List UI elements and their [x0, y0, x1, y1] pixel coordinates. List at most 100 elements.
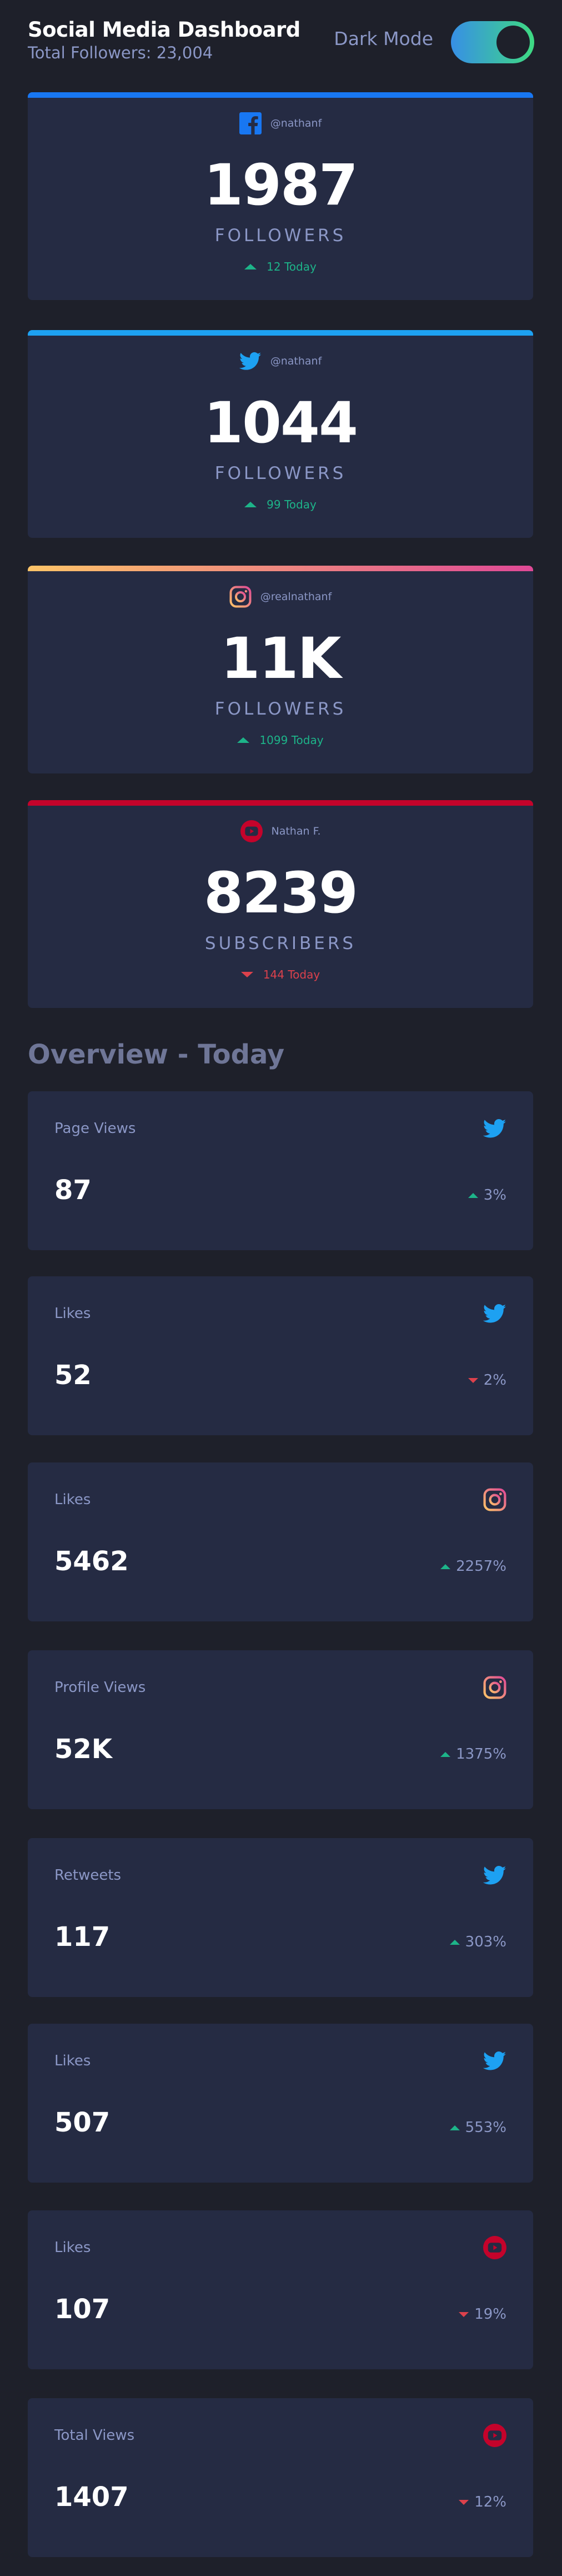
change-arrow-icon [240, 972, 253, 977]
follower-card-facebook[interactable]: @nathanf 1987 FOLLOWERS 12 Today [28, 92, 533, 300]
change-percent: 553% [465, 2119, 506, 2136]
twitter-icon [483, 2049, 506, 2073]
metric-label: Likes [54, 2053, 91, 2069]
change-arrow-icon [244, 264, 257, 269]
follower-label: FOLLOWERS [214, 699, 347, 719]
account-handle: @nathanf [270, 355, 322, 367]
metric-change: 2257% [440, 1558, 506, 1575]
change-arrow-icon [459, 2499, 469, 2505]
metric-label: Likes [54, 2239, 91, 2256]
metric-value: 52 [54, 1360, 92, 1391]
metric-value: 5462 [54, 1546, 129, 1577]
follower-count: 11K [220, 626, 342, 692]
account-handle: @realnathanf [260, 591, 332, 603]
change-percent: 303% [465, 1934, 506, 1950]
metric-value: 52K [54, 1734, 112, 1765]
metric-label: Retweets [54, 1867, 122, 1884]
metric-change: 3% [468, 1187, 506, 1204]
change-arrow-icon [440, 1751, 451, 1757]
follower-count: 8239 [204, 860, 358, 926]
toggle-knob[interactable] [496, 26, 530, 59]
change-arrow-icon [440, 1564, 451, 1569]
change-percent: 2% [483, 1372, 506, 1389]
card-account: @nathanf [28, 350, 533, 372]
change-arrow-icon [459, 2312, 469, 2317]
card-account: @realnathanf [28, 586, 533, 608]
change-arrow-icon [449, 1939, 460, 1945]
change-text: 99 Today [267, 498, 317, 511]
page-title: Social Media Dashboard [28, 18, 300, 42]
overview-card[interactable]: Page Views 87 3% [28, 1091, 533, 1250]
account-handle: @nathanf [270, 117, 322, 129]
change-arrow-icon [237, 737, 250, 743]
account-handle: Nathan F. [271, 825, 321, 837]
change-arrow-icon [449, 2125, 460, 2130]
card-accent-bar [28, 330, 533, 336]
metric-label: Page Views [54, 1120, 136, 1137]
dark-mode-toggle[interactable] [451, 21, 534, 63]
follower-count: 1044 [204, 390, 358, 456]
metric-value: 507 [54, 2107, 111, 2138]
metric-change: 19% [459, 2306, 506, 2323]
twitter-icon [483, 1302, 506, 1325]
twitter-icon [239, 350, 262, 372]
metric-value: 107 [54, 2294, 111, 2325]
metric-value: 87 [54, 1175, 92, 1206]
metric-change: 1375% [440, 1746, 506, 1763]
metric-label: Likes [54, 1491, 91, 1508]
instagram-icon [483, 1676, 506, 1699]
follower-card-instagram[interactable]: @realnathanf 11K FOLLOWERS 1099 Today [28, 566, 533, 773]
overview-title: Overview - Today [28, 1039, 285, 1070]
daily-change: 144 Today [28, 968, 533, 981]
twitter-icon [483, 1117, 506, 1140]
follower-label: FOLLOWERS [214, 226, 347, 246]
instagram-icon [483, 1488, 506, 1511]
youtube-icon [240, 820, 263, 842]
twitter-icon [483, 1864, 506, 1887]
change-arrow-icon [468, 1377, 478, 1383]
dashboard-header: Social Media Dashboard Total Followers: … [28, 17, 534, 67]
change-text: 1099 Today [259, 733, 324, 747]
total-followers: Total Followers: 23,004 [28, 43, 213, 62]
change-arrow-icon [468, 1192, 478, 1198]
overview-card[interactable]: Total Views 1407 12% [28, 2398, 533, 2557]
change-text: 12 Today [267, 260, 317, 273]
overview-card[interactable]: Likes 5462 2257% [28, 1462, 533, 1621]
daily-change: 12 Today [28, 260, 533, 273]
change-percent: 1375% [456, 1746, 506, 1763]
overview-card[interactable]: Profile Views 52K 1375% [28, 1650, 533, 1809]
change-percent: 12% [474, 2494, 506, 2510]
change-percent: 19% [474, 2306, 506, 2323]
card-accent-bar [28, 566, 533, 571]
card-account: Nathan F. [28, 820, 533, 842]
follower-label: FOLLOWERS [214, 463, 347, 483]
follower-label: SUBSCRIBERS [204, 933, 357, 953]
change-percent: 3% [483, 1187, 506, 1204]
metric-label: Profile Views [54, 1679, 146, 1696]
overview-card[interactable]: Likes 52 2% [28, 1276, 533, 1435]
card-accent-bar [28, 92, 533, 98]
follower-card-youtube[interactable]: Nathan F. 8239 SUBSCRIBERS 144 Today [28, 800, 533, 1008]
dark-mode-label: Dark Mode [334, 28, 433, 49]
card-accent-bar [28, 800, 533, 806]
facebook-icon [239, 112, 262, 134]
metric-change: 2% [468, 1372, 506, 1389]
metric-value: 117 [54, 1921, 111, 1953]
metric-label: Likes [54, 1305, 91, 1322]
change-percent: 2257% [456, 1558, 506, 1575]
youtube-icon [483, 2236, 506, 2259]
instagram-icon [229, 586, 252, 608]
overview-card[interactable]: Likes 107 19% [28, 2210, 533, 2369]
metric-change: 12% [459, 2494, 506, 2510]
metric-change: 303% [449, 1934, 506, 1950]
daily-change: 1099 Today [28, 733, 533, 747]
change-arrow-icon [244, 502, 257, 507]
daily-change: 99 Today [28, 498, 533, 511]
metric-change: 553% [449, 2119, 506, 2136]
follower-card-twitter[interactable]: @nathanf 1044 FOLLOWERS 99 Today [28, 330, 533, 538]
metric-value: 1407 [54, 2482, 129, 2513]
overview-card[interactable]: Likes 507 553% [28, 2024, 533, 2183]
youtube-icon [483, 2424, 506, 2447]
card-account: @nathanf [28, 112, 533, 134]
overview-card[interactable]: Retweets 117 303% [28, 1838, 533, 1997]
